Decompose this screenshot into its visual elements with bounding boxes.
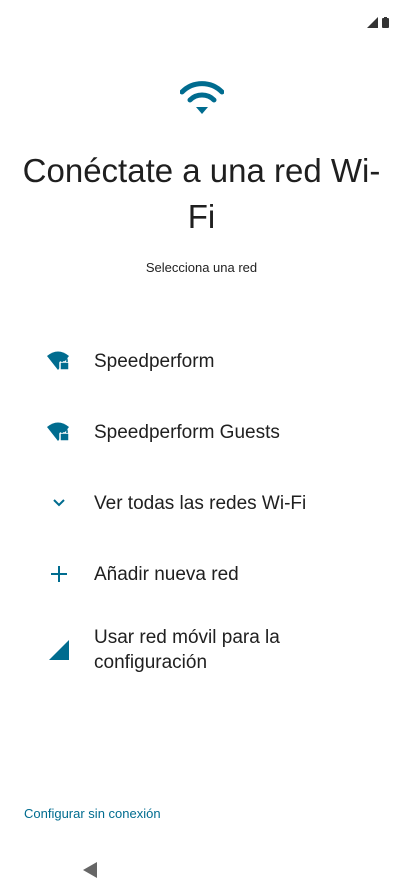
status-icons bbox=[367, 17, 389, 28]
plus-icon bbox=[46, 561, 72, 587]
add-network-label: Añadir nueva red bbox=[94, 563, 239, 585]
use-mobile-network-button[interactable]: Usar red móvil para la configuración bbox=[0, 624, 403, 676]
wifi-locked-icon bbox=[46, 348, 72, 374]
back-icon[interactable] bbox=[80, 860, 100, 880]
network-item-speedperform-guests[interactable]: Speedperform Guests bbox=[0, 417, 403, 447]
chevron-down-icon bbox=[46, 490, 72, 516]
navigation-bar bbox=[0, 848, 403, 896]
wifi-icon bbox=[179, 81, 224, 114]
battery-icon bbox=[382, 17, 389, 28]
network-name: Speedperform bbox=[94, 350, 215, 372]
see-all-networks-button[interactable]: Ver todas las redes Wi-Fi bbox=[0, 488, 403, 518]
see-all-label: Ver todas las redes Wi-Fi bbox=[94, 492, 307, 514]
cellular-signal-icon bbox=[46, 637, 72, 663]
offline-setup-link[interactable]: Configurar sin conexión bbox=[24, 806, 161, 821]
wifi-locked-icon bbox=[46, 419, 72, 445]
status-bar bbox=[0, 0, 403, 44]
network-name: Speedperform Guests bbox=[94, 421, 280, 443]
add-network-button[interactable]: Añadir nueva red bbox=[0, 559, 403, 589]
page-subtitle: Selecciona una red bbox=[145, 260, 258, 275]
network-item-speedperform[interactable]: Speedperform bbox=[0, 346, 403, 376]
page-title: Conéctate a una red Wi-Fi bbox=[22, 152, 381, 235]
use-mobile-label: Usar red móvil para la configuración bbox=[94, 627, 280, 673]
signal-icon bbox=[367, 17, 378, 28]
